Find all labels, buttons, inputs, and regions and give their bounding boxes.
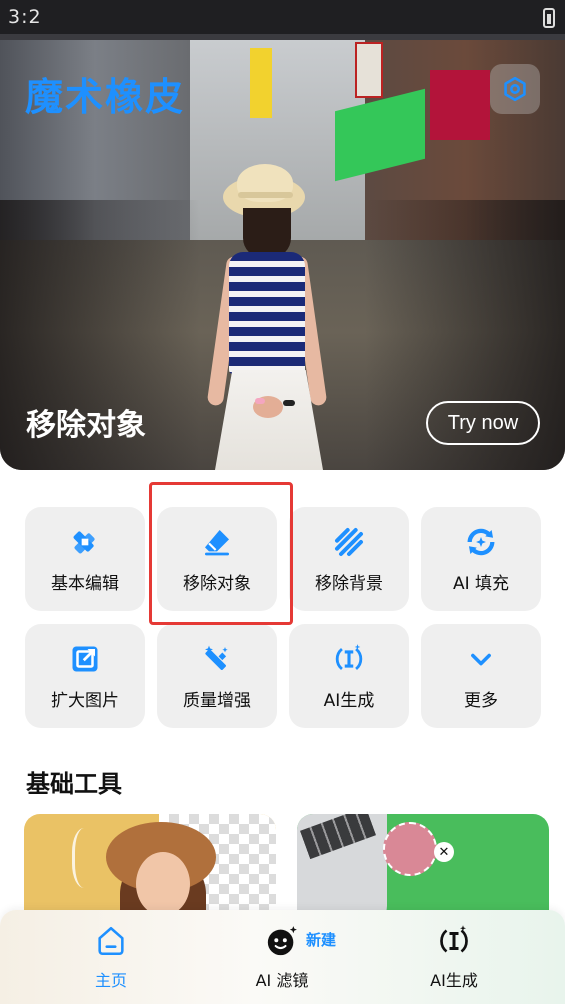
hero-photo-sign xyxy=(250,48,272,118)
magic-wand-icon xyxy=(200,642,234,676)
tool-remove-background[interactable]: 移除背景 xyxy=(289,507,409,611)
wristband xyxy=(255,398,265,404)
section-title-basic-tools: 基础工具 xyxy=(26,770,122,798)
hero-photo-sign xyxy=(355,42,383,98)
battery-icon xyxy=(543,8,555,28)
home-icon xyxy=(93,923,129,959)
tool-basic-edit[interactable]: 基本编辑 xyxy=(25,507,145,611)
tool-label: AI 填充 xyxy=(452,573,510,594)
tool-ai-generate[interactable]: AI生成 xyxy=(289,624,409,728)
card-photo-cup xyxy=(383,822,437,876)
ai-text-cursor-icon xyxy=(332,642,366,676)
white-skirt xyxy=(215,370,323,470)
status-time: 3:2 xyxy=(8,6,42,28)
tool-label: 扩大图片 xyxy=(51,690,119,711)
tool-more[interactable]: 更多 xyxy=(421,624,541,728)
close-icon: ✕ xyxy=(434,842,454,862)
stripes-icon xyxy=(332,525,366,559)
try-now-button[interactable]: Try now xyxy=(426,401,540,445)
edit-pencil-icon xyxy=(68,525,102,559)
nav-ai-filter[interactable]: AI 滤镜 xyxy=(212,910,352,1004)
nav-ai-generate[interactable]: AI生成 xyxy=(384,910,524,1004)
watch xyxy=(283,400,295,406)
card-photo-laptop xyxy=(297,814,387,924)
expand-icon xyxy=(68,642,102,676)
tool-label: 移除背景 xyxy=(315,573,383,594)
chevron-down-icon xyxy=(464,642,498,676)
decorative-lines xyxy=(72,828,102,888)
hero-photo-girl xyxy=(205,160,335,470)
nav-label: 主页 xyxy=(94,971,127,990)
hero-photo-roof xyxy=(0,0,565,40)
ai-text-cursor-icon xyxy=(436,923,472,959)
hero-feature-label: 移除对象 xyxy=(26,408,146,443)
tool-label: 基本编辑 xyxy=(51,573,119,594)
card-photo-face xyxy=(136,852,190,916)
hero-banner[interactable]: 3:2 魔术橡皮 移除对象 Try now xyxy=(0,0,565,470)
tool-ai-fill[interactable]: AI 填充 xyxy=(421,507,541,611)
striped-top xyxy=(229,252,305,374)
tool-label: 质量增强 xyxy=(183,690,251,711)
new-badge: 新建 xyxy=(306,931,337,949)
tool-label: AI生成 xyxy=(323,690,375,711)
gear-icon xyxy=(504,76,526,102)
hair xyxy=(243,208,291,258)
ai-filter-icon xyxy=(264,923,300,959)
app-title: 魔术橡皮 xyxy=(25,75,186,119)
bottom-navigation: 主页 AI 滤镜 AI生成 xyxy=(0,910,565,1004)
tool-label: 更多 xyxy=(464,690,498,711)
settings-button[interactable] xyxy=(490,64,540,114)
selection-highlight xyxy=(149,482,293,625)
nav-label: AI 滤镜 xyxy=(255,971,309,990)
nav-home[interactable]: 主页 xyxy=(41,910,181,1004)
hat-band xyxy=(238,192,293,198)
tool-quality-enhance[interactable]: 质量增强 xyxy=(157,624,277,728)
nav-label: AI生成 xyxy=(430,971,478,990)
ai-fill-icon xyxy=(464,525,498,559)
hero-photo-awning xyxy=(430,70,490,140)
tool-expand-image[interactable]: 扩大图片 xyxy=(25,624,145,728)
